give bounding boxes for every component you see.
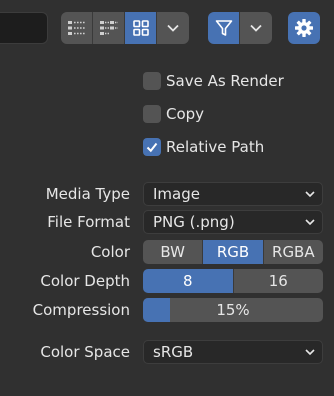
horizontal-list-icon — [99, 19, 119, 37]
dropdown-value: PNG (.png) — [153, 213, 235, 231]
checkbox-label: Relative Path — [166, 138, 265, 156]
relative-path-checkbox[interactable]: Relative Path — [143, 136, 264, 158]
path-field[interactable] — [0, 12, 48, 44]
thumbnails-button[interactable] — [125, 12, 157, 44]
thumbnails-icon — [132, 19, 150, 37]
filter-dropdown[interactable] — [240, 12, 272, 44]
filter-toggle-button[interactable] — [208, 12, 240, 44]
color-mode-selector: BW RGB RGBA — [143, 240, 323, 264]
compression-slider[interactable]: 15% — [143, 298, 323, 322]
color-depth-selector: 8 16 — [143, 269, 323, 293]
compression-value: 15% — [216, 301, 250, 319]
display-mode-group — [61, 12, 189, 44]
checkbox-label: Save As Render — [166, 72, 284, 90]
media-type-label: Media Type — [45, 185, 130, 203]
compression-label: Compression — [32, 301, 130, 319]
copy-checkbox[interactable]: Copy — [143, 103, 204, 125]
media-type-dropdown[interactable]: Image — [143, 182, 323, 206]
checkbox-box[interactable] — [143, 72, 161, 90]
color-rgb-button[interactable]: RGB — [203, 240, 264, 264]
gear-icon — [294, 18, 314, 38]
checkmark-icon — [145, 140, 159, 154]
display-mode-dropdown[interactable] — [157, 12, 189, 44]
color-space-label: Color Space — [40, 343, 130, 361]
filter-group — [208, 12, 272, 44]
chevron-down-icon — [304, 218, 316, 226]
color-depth-label: Color Depth — [40, 272, 130, 290]
settings-button[interactable] — [288, 12, 320, 44]
filter-icon — [214, 18, 234, 38]
chevron-down-icon — [304, 348, 316, 356]
color-depth-16-button[interactable]: 16 — [233, 269, 323, 293]
chevron-down-icon — [166, 23, 180, 33]
file-format-dropdown[interactable]: PNG (.png) — [143, 210, 323, 234]
color-label: Color — [90, 243, 130, 261]
vertical-list-button[interactable] — [61, 12, 93, 44]
checkbox-box[interactable] — [143, 138, 161, 156]
vertical-list-icon — [67, 19, 87, 37]
file-browser-header — [0, 0, 334, 58]
color-depth-8-button[interactable]: 8 — [143, 269, 234, 293]
dropdown-value: sRGB — [153, 343, 194, 361]
file-format-label: File Format — [47, 213, 130, 231]
horizontal-list-button[interactable] — [93, 12, 125, 44]
chevron-down-icon — [304, 190, 316, 198]
checkbox-box[interactable] — [143, 105, 161, 123]
color-rgba-button[interactable]: RGBA — [263, 240, 323, 264]
dropdown-value: Image — [153, 185, 200, 203]
checkbox-label: Copy — [166, 105, 205, 123]
save-as-render-checkbox[interactable]: Save As Render — [143, 70, 284, 92]
color-space-dropdown[interactable]: sRGB — [143, 340, 323, 364]
chevron-down-icon — [249, 23, 263, 33]
color-bw-button[interactable]: BW — [143, 240, 204, 264]
